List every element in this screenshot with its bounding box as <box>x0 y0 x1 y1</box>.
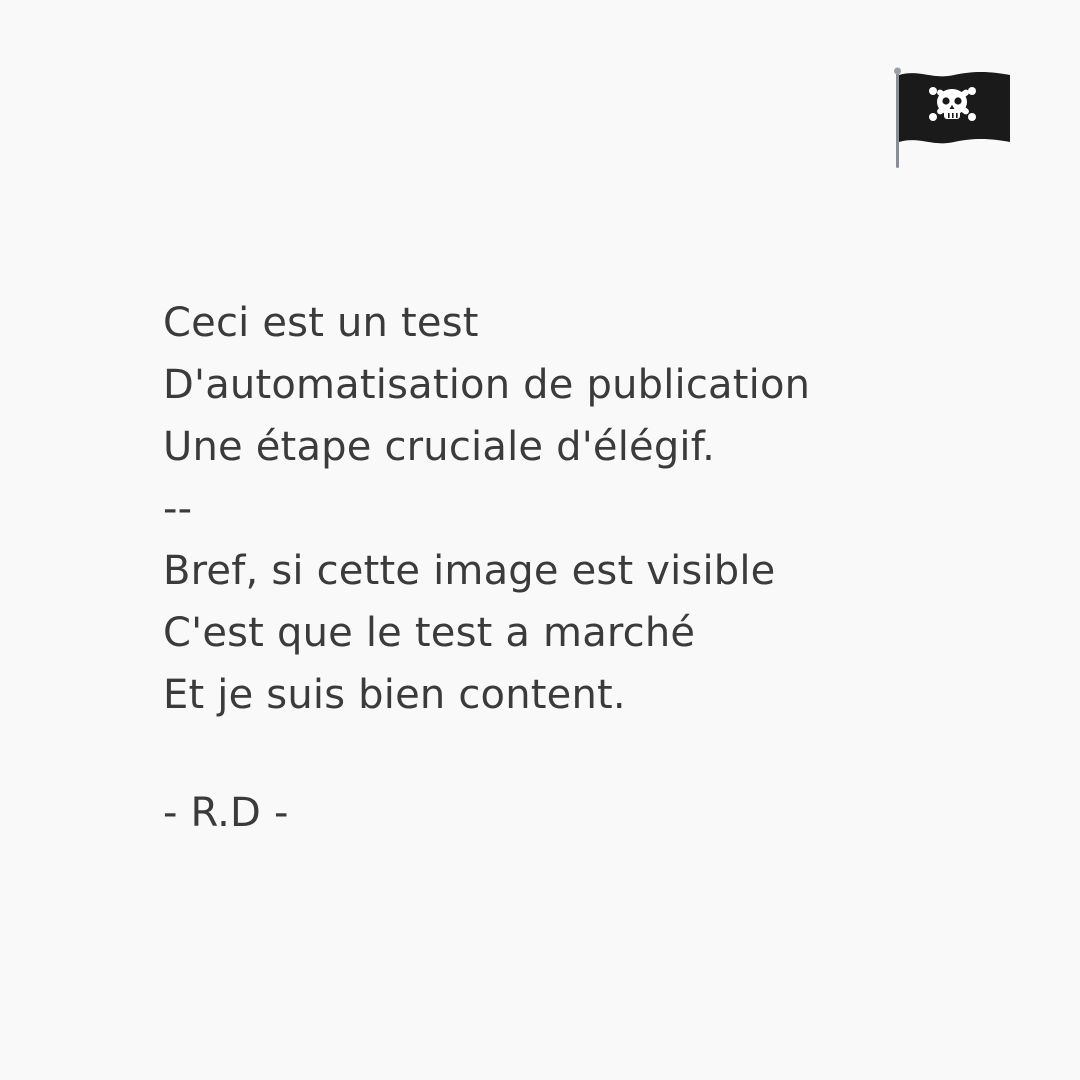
poem-separator: -- <box>163 486 193 532</box>
poem-spacer <box>163 726 1043 782</box>
pirate-flag-icon <box>894 67 1010 168</box>
poem-text: Ceci est un test D'automatisation de pub… <box>163 292 1043 844</box>
poem-line: Une étape cruciale d'élégif. <box>163 424 716 470</box>
poem-line: Et je suis bien content. <box>163 672 626 718</box>
poem-line: Bref, si cette image est visible <box>163 548 776 594</box>
signature: - R.D - <box>163 790 289 836</box>
poem-line: Ceci est un test <box>163 300 479 346</box>
poem-line: C'est que le test a marché <box>163 610 696 656</box>
poem-line: D'automatisation de publication <box>163 362 811 408</box>
